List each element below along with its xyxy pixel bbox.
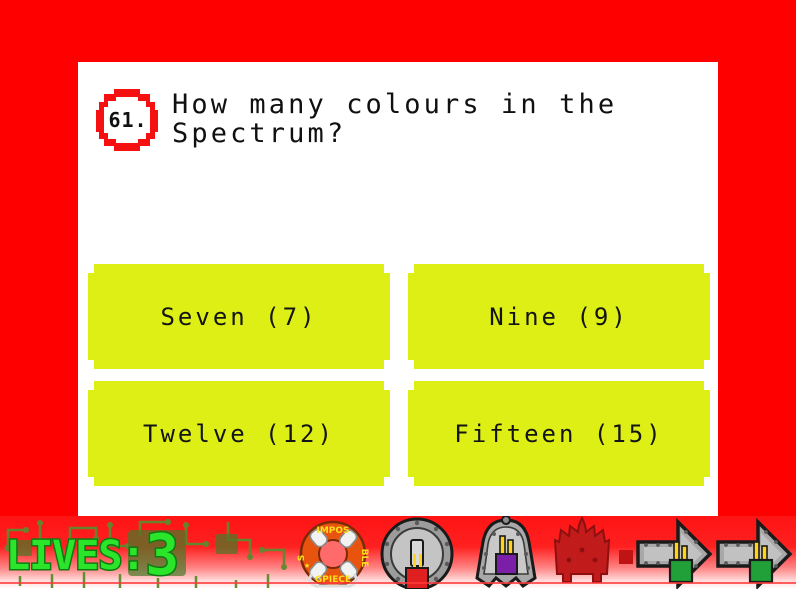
item-toolbar: IMPOS GPIECE BLE S ★ [290, 516, 796, 589]
status-bar: LIVES: 3 IMPOS GPIECE BLE S ★ [0, 516, 796, 589]
answer-label-2: Nine (9) [489, 302, 629, 331]
item-life-ring[interactable]: IMPOS GPIECE BLE S ★ [290, 516, 376, 589]
red-crown-icon [553, 516, 611, 583]
arrow-right-icon [636, 517, 713, 589]
lives-counter: LIVES: 3 [5, 523, 181, 588]
answer-label-3: Twelve (12) [143, 419, 335, 448]
metal-disc-shield-icon [380, 517, 454, 589]
item-arrow-right-2[interactable] [714, 516, 794, 589]
status-bar-divider [0, 582, 796, 584]
question-number-label: 61. [108, 108, 148, 132]
item-arrow-right-1[interactable] [634, 516, 714, 589]
game-screen: 61. How many colours in the Spectrum? Se… [0, 0, 796, 589]
answer-button-3[interactable]: Twelve (12) [88, 381, 390, 486]
life-ring-text-top: IMPOS [316, 526, 349, 536]
answer-label-1: Seven (7) [160, 302, 318, 331]
answer-options: Seven (7) Nine (9) Twelve (12) Fifteen (… [88, 264, 710, 502]
life-ring-icon: IMPOS GPIECE BLE S ★ [297, 520, 369, 588]
question-number-badge: 61. [96, 89, 158, 151]
item-separator [619, 550, 633, 564]
life-ring-text-right: BLE [359, 549, 369, 568]
item-metal-disc[interactable] [376, 516, 458, 589]
lives-count: 3 [144, 523, 181, 588]
arrow-right-icon [716, 517, 793, 589]
answer-button-1[interactable]: Seven (7) [88, 264, 390, 369]
lives-label: LIVES: [5, 533, 147, 580]
life-ring-star-icon: ★ [304, 560, 310, 571]
question-panel: 61. How many colours in the Spectrum? Se… [78, 62, 718, 516]
item-red-crown[interactable] [549, 516, 633, 589]
answer-button-2[interactable]: Nine (9) [408, 264, 710, 369]
question-text: How many colours in the Spectrum? [172, 89, 618, 149]
item-bell-shield[interactable] [467, 516, 545, 589]
bell-shield-icon [475, 516, 537, 588]
answer-label-4: Fifteen (15) [454, 419, 664, 448]
answer-button-4[interactable]: Fifteen (15) [408, 381, 710, 486]
